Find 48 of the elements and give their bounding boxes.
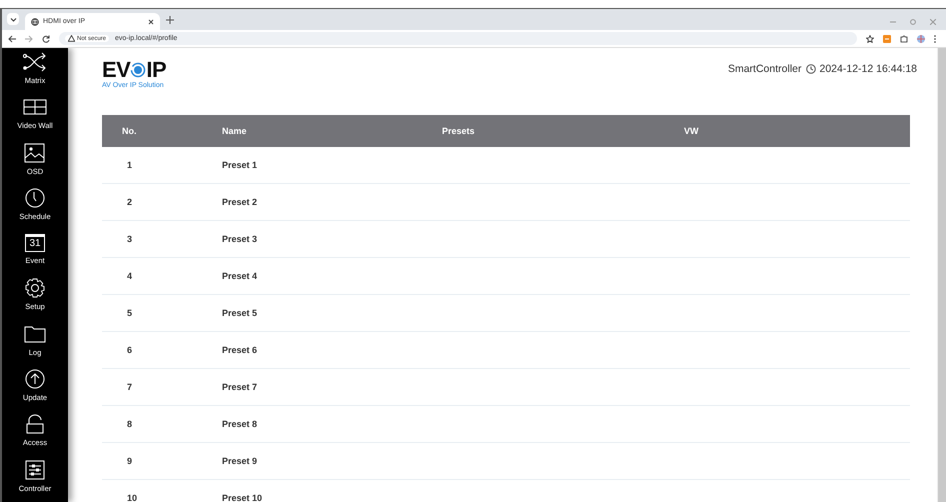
row-number: 7 [127, 382, 132, 392]
grid-icon [23, 97, 47, 118]
image-icon [23, 142, 47, 163]
preset-name: Preset 5 [222, 308, 258, 318]
chevron-down-icon [10, 16, 16, 22]
preset-name: Preset 10 [222, 493, 262, 502]
shuffle-icon [23, 52, 47, 72]
row-number: 2 [127, 197, 132, 207]
column-header: VW [684, 126, 698, 136]
gear-icon [23, 278, 47, 298]
calendar-icon: 31 [25, 234, 45, 252]
row-number: 9 [127, 456, 132, 466]
upload-icon [23, 369, 47, 390]
folder-icon [23, 324, 47, 344]
preset-name: Preset 8 [222, 419, 258, 429]
plus-icon[interactable] [166, 16, 174, 24]
date-time: 2024-12-12 16:44:18 [820, 63, 917, 75]
preset-name: Preset 6 [222, 345, 258, 355]
back-icon[interactable] [8, 34, 16, 42]
logo-dot-icon [130, 62, 146, 78]
tab-list-button[interactable] [7, 13, 19, 25]
row-number: 6 [127, 345, 132, 355]
clock-icon [806, 64, 816, 74]
sliders-icon [23, 460, 47, 480]
preset-name: Preset 4 [222, 271, 258, 281]
star-icon[interactable] [866, 34, 874, 42]
row-number: 10 [127, 493, 138, 502]
row-number: 5 [127, 308, 132, 318]
close-icon[interactable] [148, 18, 154, 24]
preset-name: Preset 2 [222, 197, 258, 207]
row-number: 8 [127, 419, 132, 429]
clock-icon [23, 188, 47, 208]
row-number: 3 [127, 234, 132, 244]
reload-icon[interactable] [42, 34, 50, 42]
row-number: 4 [127, 271, 132, 281]
profile-avatar-icon[interactable] [917, 34, 925, 42]
column-header: Presets [442, 126, 475, 136]
preset-name: Preset 3 [222, 234, 258, 244]
preset-name: Preset 1 [222, 160, 258, 170]
column-header: No. [122, 126, 136, 136]
row-number: 1 [127, 160, 132, 170]
scrollbar[interactable] [937, 48, 946, 502]
preset-name: Preset 9 [222, 456, 258, 466]
globe-icon [31, 18, 39, 26]
column-header: Name [222, 126, 247, 136]
warning-icon [68, 35, 75, 42]
controller-name: SmartController [728, 63, 802, 75]
preset-name: Preset 7 [222, 382, 258, 392]
